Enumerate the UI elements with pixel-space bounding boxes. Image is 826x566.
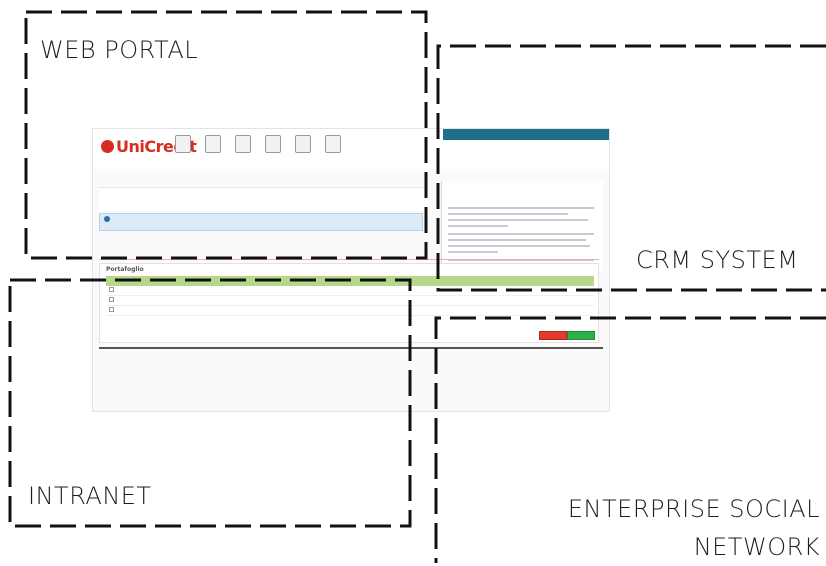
history-line [448,213,568,215]
nav-item[interactable] [265,135,281,156]
app-screenshot: UniCredit Portafoglio [92,128,610,412]
row-checkbox[interactable] [106,287,116,295]
nav-item[interactable] [235,135,251,156]
table-cell [435,297,515,305]
document-icon [295,135,311,153]
table-cell [514,287,594,295]
document-icon [265,135,281,153]
esn-label-line1: ENTERPRISE SOCIAL [567,495,820,523]
row-checkbox[interactable] [106,307,116,315]
info-icon [104,216,110,222]
nav-item[interactable] [175,135,191,156]
document-icon [205,135,221,153]
table-title: Portafoglio [106,266,144,273]
table-cell [116,307,196,315]
table-cell [355,307,435,315]
table-cell [116,287,196,295]
alert-title [104,216,113,224]
column-header [513,276,594,286]
table-cell [435,307,515,315]
history-line [448,225,508,227]
column-header [350,276,431,286]
table-cell [514,297,594,305]
table-cell [275,307,355,315]
document-icon [325,135,341,153]
column-header [106,276,187,286]
reject-button[interactable] [539,331,567,340]
column-header [269,276,350,286]
history-line [448,207,594,209]
alert-panel [99,213,423,231]
table-cell [196,287,276,295]
portfolio-table: Portafoglio [99,263,599,343]
table-cell [275,297,355,305]
document-icon [235,135,251,153]
table-cell [196,307,276,315]
history-panel [441,181,603,271]
table-cell [116,297,196,305]
footer-divider [99,347,603,349]
table-cell [355,287,435,295]
column-header [431,276,512,286]
customer-panel [99,187,429,211]
history-line [448,219,588,221]
section-divider [99,259,599,260]
nav-item[interactable] [205,135,221,156]
app-header: UniCredit [93,129,609,169]
row-checkbox[interactable] [106,297,116,305]
crm-system-label: CRM SYSTEM [636,246,799,274]
top-bar [443,129,609,140]
history-line [448,251,498,253]
table-row[interactable] [106,307,594,316]
table-cell [514,307,594,315]
web-portal-label: WEB PORTAL [40,36,199,64]
table-row[interactable] [106,297,594,306]
esn-label-line2: NETWORK [693,533,820,561]
history-line [448,233,594,235]
confirm-button[interactable] [567,331,595,340]
history-line [448,239,586,241]
history-line [448,245,590,247]
table-cell [196,297,276,305]
intranet-label: INTRANET [28,482,152,510]
document-icon [175,135,191,153]
enterprise-social-network-label: ENTERPRISE SOCIAL NETWORK [568,490,820,566]
table-cell [435,287,515,295]
table-header [106,276,594,286]
column-header [187,276,268,286]
app-nav [175,135,341,156]
nav-item[interactable] [295,135,311,156]
table-cell [355,297,435,305]
table-cell [275,287,355,295]
nav-item[interactable] [325,135,341,156]
table-row[interactable] [106,287,594,296]
logo-mark-icon [101,140,114,153]
